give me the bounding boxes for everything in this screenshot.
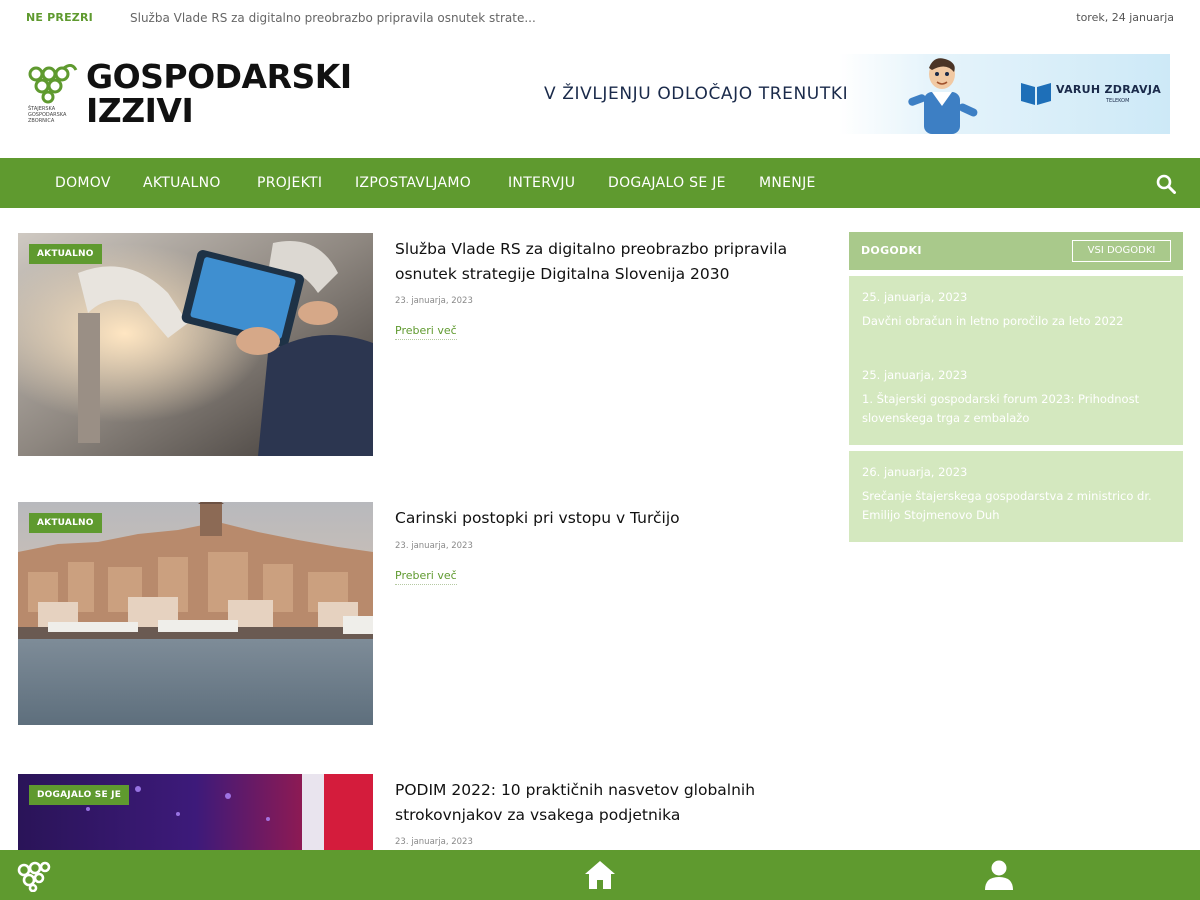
events-heading: DOGODKI xyxy=(861,244,922,257)
event-date: 25. januarja, 2023 xyxy=(862,368,968,382)
home-icon[interactable] xyxy=(582,858,618,892)
nav-item-dogajalo-se-je[interactable]: DOGAJALO SE JE xyxy=(608,175,726,191)
book-logo-icon xyxy=(1021,83,1051,105)
event-item[interactable]: 26. januarja, 2023 Srečanje štajerskega … xyxy=(849,451,1183,542)
article-card: AKTUALNO Carinski postopki pri vstopu v … xyxy=(18,502,798,732)
nav-item-izpostavljamo[interactable]: IZPOSTAVLJAMO xyxy=(355,175,471,191)
event-title: Srečanje štajerskega gospodarstva z mini… xyxy=(862,489,1152,522)
article-card: DOGAJALO SE JE PODIM 2022: 10 praktičnih… xyxy=(18,774,798,850)
article-card: AKTUALNO Služba Vlade RS za digitalno pr… xyxy=(18,233,798,463)
event-date: 26. januarja, 2023 xyxy=(862,465,968,479)
event-item[interactable]: 25. januarja, 2023 1. Štajerski gospodar… xyxy=(849,354,1183,445)
article-date: 23. januarja, 2023 xyxy=(395,837,473,847)
nav-item-intervju[interactable]: INTERVJU xyxy=(508,175,575,191)
news-ticker-link[interactable]: Služba Vlade RS za digitalno preobrazbo … xyxy=(130,11,536,25)
article-date: 23. januarja, 2023 xyxy=(395,541,473,551)
event-title: 1. Štajerski gospodarski forum 2023: Pri… xyxy=(862,392,1140,425)
nav-item-aktualno[interactable]: AKTUALNO xyxy=(143,175,221,191)
logo-title-line1: GOSPODARSKI xyxy=(86,57,352,96)
read-more-link[interactable]: Preberi več xyxy=(395,324,457,340)
main-navigation: DOMOV AKTUALNO PROJEKTI IZPOSTAVLJAMO IN… xyxy=(0,158,1200,208)
nav-item-projekti[interactable]: PROJEKTI xyxy=(257,175,322,191)
all-events-button[interactable]: VSI DOGODKI xyxy=(1072,240,1171,262)
grape-logo-icon xyxy=(28,64,78,104)
logo-subtitle: ŠTAJERSKA GOSPODARSKA ZBORNICA xyxy=(28,106,67,124)
category-badge[interactable]: AKTUALNO xyxy=(29,244,102,264)
grape-logo-icon[interactable] xyxy=(16,858,52,892)
bottom-app-bar xyxy=(0,850,1200,900)
article-title[interactable]: Carinski postopki pri vstopu v Turčijo xyxy=(395,506,795,531)
article-image[interactable]: AKTUALNO xyxy=(18,233,373,456)
nav-item-domov[interactable]: DOMOV xyxy=(55,175,111,191)
category-badge[interactable]: DOGAJALO SE JE xyxy=(29,785,130,805)
article-date: 23. januarja, 2023 xyxy=(395,296,473,306)
article-title[interactable]: Služba Vlade RS za digitalno preobrazbo … xyxy=(395,237,795,287)
event-date: 25. januarja, 2023 xyxy=(862,290,968,304)
banner-brand-sub: TELEKOM xyxy=(1106,98,1130,104)
article-image[interactable]: DOGAJALO SE JE xyxy=(18,774,373,850)
article-image[interactable]: AKTUALNO xyxy=(18,502,373,725)
category-badge[interactable]: AKTUALNO xyxy=(29,513,102,533)
read-more-link[interactable]: Preberi več xyxy=(395,569,457,585)
search-icon[interactable] xyxy=(1156,174,1176,194)
banner-slogan: V ŽIVLJENJU ODLOČAJO TRENUTKI xyxy=(544,84,849,104)
nav-item-mnenje[interactable]: MNENJE xyxy=(759,175,816,191)
event-title: Davčni obračun in letno poročilo za leto… xyxy=(862,314,1124,328)
cartoon-figure-icon xyxy=(908,58,978,134)
industry-robot-image xyxy=(18,233,373,456)
istanbul-city-image xyxy=(18,502,373,725)
ne-prezri-label: NE PREZRI xyxy=(26,11,93,24)
page: NE PREZRI Služba Vlade RS za digitalno p… xyxy=(0,0,1200,900)
advertisement-banner[interactable]: V ŽIVLJENJU ODLOČAJO TRENUTKI VARUH ZDRA… xyxy=(534,54,1170,134)
top-bar: NE PREZRI Služba Vlade RS za digitalno p… xyxy=(0,0,1200,36)
user-icon[interactable] xyxy=(981,858,1017,892)
logo-title-line2: IZZIVI xyxy=(86,91,194,130)
events-header: DOGODKI VSI DOGODKI xyxy=(849,232,1183,270)
banner-brand-name: VARUH ZDRAVJA xyxy=(1056,83,1162,96)
banner-brand: VARUH ZDRAVJA TELEKOM xyxy=(1020,78,1170,112)
site-logo[interactable]: ŠTAJERSKA GOSPODARSKA ZBORNICA GOSPODARS… xyxy=(24,58,352,134)
article-title[interactable]: PODIM 2022: 10 praktičnih nasvetov globa… xyxy=(395,778,795,828)
current-date: torek, 24 januarja xyxy=(1076,11,1174,24)
